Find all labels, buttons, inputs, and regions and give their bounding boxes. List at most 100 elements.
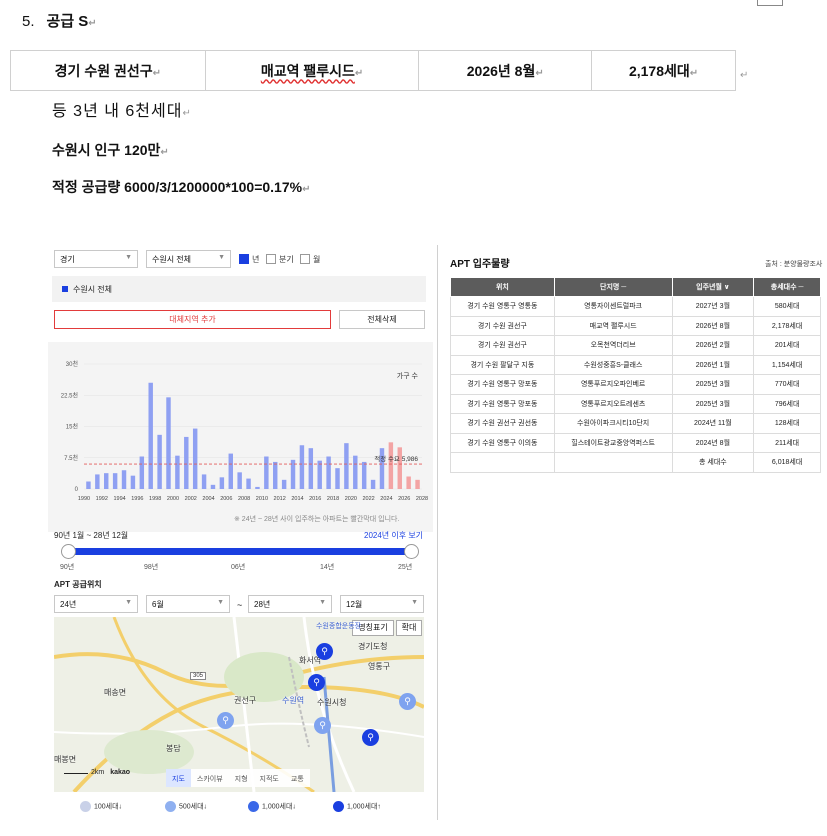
table-cell: 2026년 1월 <box>671 354 755 375</box>
chart-bar <box>397 447 402 489</box>
col-households[interactable]: 총세대수 ─ <box>753 277 821 297</box>
table-row[interactable]: 경기 수원 권선구 매교역 팰루시드 2026년 8월 2,178세대 <box>450 315 821 336</box>
tab-traffic[interactable]: 교통 <box>285 769 310 787</box>
to-month-select[interactable]: 12월 ▼ <box>340 595 424 613</box>
apt-pin-icon[interactable]: ⚲ <box>399 693 416 710</box>
year-checkbox[interactable] <box>239 254 249 264</box>
apt-supply-table: 위치 단지명 ─ 입주년월 ∨ 총세대수 ─ 경기 수원 영통구 영통동 영통자이… <box>450 277 821 473</box>
range-label: 90년 1월 ~ 28년 12월 <box>54 531 129 540</box>
delete-all-button[interactable]: 전체삭제 <box>339 310 425 329</box>
quarter-checkbox[interactable] <box>266 254 276 264</box>
chart-bar <box>201 474 207 489</box>
map-place-label: 경기도청 <box>358 642 388 651</box>
legend-100-under: 100세대↓ <box>80 801 122 812</box>
table-cell: 128세대 <box>753 413 821 434</box>
table-row[interactable]: 경기 수원 영통구 망포동 영통푸르지오트레센츠 2025년 3월 796세대 <box>450 393 821 414</box>
col-move-in[interactable]: 입주년월 ∨ <box>671 277 755 297</box>
supply-bar-chart: 0 7.5천 15천 22.5천 30천 1990 1992 1994 1996 1998 2000… <box>61 360 428 502</box>
slider-tick: 25년 <box>398 564 413 571</box>
supply-complex: 매교역 팰루시드↵ <box>204 50 420 91</box>
chart-bar <box>415 479 420 489</box>
section-title: 공급 S <box>46 13 89 30</box>
apt-pin-icon[interactable]: ⚲ <box>362 729 379 746</box>
region-item-label: 수원시 전체 <box>73 285 113 294</box>
apt-pin-icon[interactable]: ⚲ <box>314 717 331 734</box>
table-row[interactable]: 경기 수원 권선구 오목천역더리브 2026년 2월 201세대 <box>450 335 821 356</box>
to-year-select[interactable]: 28년 ▼ <box>248 595 332 613</box>
apt-pin-icon[interactable]: ⚲ <box>308 674 325 691</box>
table-cell: 힐스테이트광교중앙역퍼스트 <box>553 432 673 453</box>
zoom-in-button[interactable]: 확대 <box>396 620 422 636</box>
y-tick-label: 30천 <box>66 360 78 368</box>
apt-pin-icon[interactable]: ⚲ <box>217 712 234 729</box>
table-cell: 영통푸르지오트레센츠 <box>553 393 673 414</box>
table-cell: 매교역 팰루시드 <box>553 315 673 336</box>
road-number-sign: 305 <box>190 672 207 680</box>
region-color-marker <box>62 286 68 292</box>
month-checkbox[interactable] <box>300 254 310 264</box>
x-tick-label: 1996 <box>131 496 143 502</box>
x-tick-label: 2026 <box>398 496 410 502</box>
chart-bar <box>299 445 305 489</box>
table-row[interactable]: 경기 수원 권선구 권선동 수원아이파크시티10단지 2024년 11월 128세대 <box>450 413 821 434</box>
chart-bar <box>264 456 269 489</box>
table-cell: 1,154세대 <box>753 354 821 375</box>
total-cell: 총 세대수 <box>671 452 755 473</box>
page-corner-mark <box>757 0 783 6</box>
body-line-supply: 등 3년 내 6천세대↵ <box>52 103 192 120</box>
table-cell: 770세대 <box>753 374 821 395</box>
x-tick-label: 1990 <box>78 496 90 502</box>
map-place-label: 매봉면 <box>54 755 77 764</box>
tab-cadastral[interactable]: 지적도 <box>254 769 285 787</box>
date-range-tilde: ~ <box>237 600 243 610</box>
chart-bar <box>121 470 127 489</box>
table-cell: 경기 수원 영통구 망포동 <box>450 393 555 414</box>
paragraph-mark: ↵ <box>740 70 749 81</box>
chart-bar <box>388 442 394 489</box>
chart-bar <box>246 478 251 489</box>
table-row[interactable]: 경기 수원 영통구 이의동 힐스테이트광교중앙역퍼스트 2024년 8월 211세대 <box>450 432 821 453</box>
paragraph-mark: ↵ <box>88 18 97 29</box>
tab-map[interactable]: 지도 <box>166 769 191 787</box>
chart-bar <box>326 456 331 489</box>
col-location[interactable]: 위치 <box>450 277 555 297</box>
slider-end-handle[interactable] <box>404 544 419 559</box>
col-complex[interactable]: 단지명 ─ <box>553 277 673 297</box>
x-tick-label: 2006 <box>220 496 232 502</box>
legend-1000-under: 1,000세대↓ <box>248 801 296 812</box>
x-tick-label: 2014 <box>291 496 303 502</box>
reference-line-label: 적정 수요 5,986 <box>374 454 418 463</box>
chart-bar <box>104 473 109 489</box>
add-region-button[interactable]: 대체지역 추가 <box>54 310 331 329</box>
table-row[interactable]: 경기 수원 팔달구 지동 수원성중흥S-클래스 2026년 1월 1,154세대 <box>450 354 821 375</box>
table-row: 경기 수원 권선구↵ 매교역 팰루시드↵ 2026년 8월↵ 2,178세대↵ <box>10 50 736 91</box>
tab-terrain[interactable]: 지형 <box>229 769 254 787</box>
table-cell: 영통자이센트럴파크 <box>553 296 673 317</box>
chart-bar <box>379 448 385 489</box>
chart-bar <box>281 479 287 489</box>
city-select[interactable]: 수원시 전체 ▼ <box>146 250 231 268</box>
x-tick-label: 2022 <box>363 496 375 502</box>
y-tick-label: 0 <box>75 487 79 493</box>
province-select[interactable]: 경기 ▼ <box>54 250 138 268</box>
data-source: 출처 : 분양물량조사 <box>765 261 823 268</box>
chart-bar <box>192 428 198 489</box>
from-month-select[interactable]: 6월 ▼ <box>146 595 230 613</box>
chart-bar <box>86 481 91 489</box>
map-place-label: 매송면 <box>104 688 127 697</box>
period-slider-track[interactable] <box>68 548 411 555</box>
map-type-tabs: 지도 스카이뷰 지형 지적도 교통 <box>166 769 310 787</box>
slider-start-handle[interactable] <box>61 544 76 559</box>
after-2024-link[interactable]: 2024년 이후 보기 <box>364 530 423 541</box>
tab-skyview[interactable]: 스카이뷰 <box>191 769 229 787</box>
from-year-select[interactable]: 24년 ▼ <box>54 595 138 613</box>
table-row[interactable]: 경기 수원 영통구 망포동 영통푸르지오파인베르 2025년 3월 770세대 <box>450 374 821 395</box>
chart-bar <box>308 448 314 489</box>
table-row[interactable]: 경기 수원 영통구 영통동 영통자이센트럴파크 2027년 3월 580세대 <box>450 296 821 317</box>
chart-bar <box>175 455 180 489</box>
apt-pin-icon[interactable]: ⚲ <box>316 643 333 660</box>
supply-map[interactable]: 명칭표기 확대 수원종합운동장 화서역 경기도청 매송면 권선구 수원역 수원시… <box>54 617 424 792</box>
y-tick-label: 15천 <box>66 423 78 431</box>
table-cell: 영통푸르지오파인베르 <box>553 374 673 395</box>
map-place-label: 수원시청 <box>317 698 347 707</box>
